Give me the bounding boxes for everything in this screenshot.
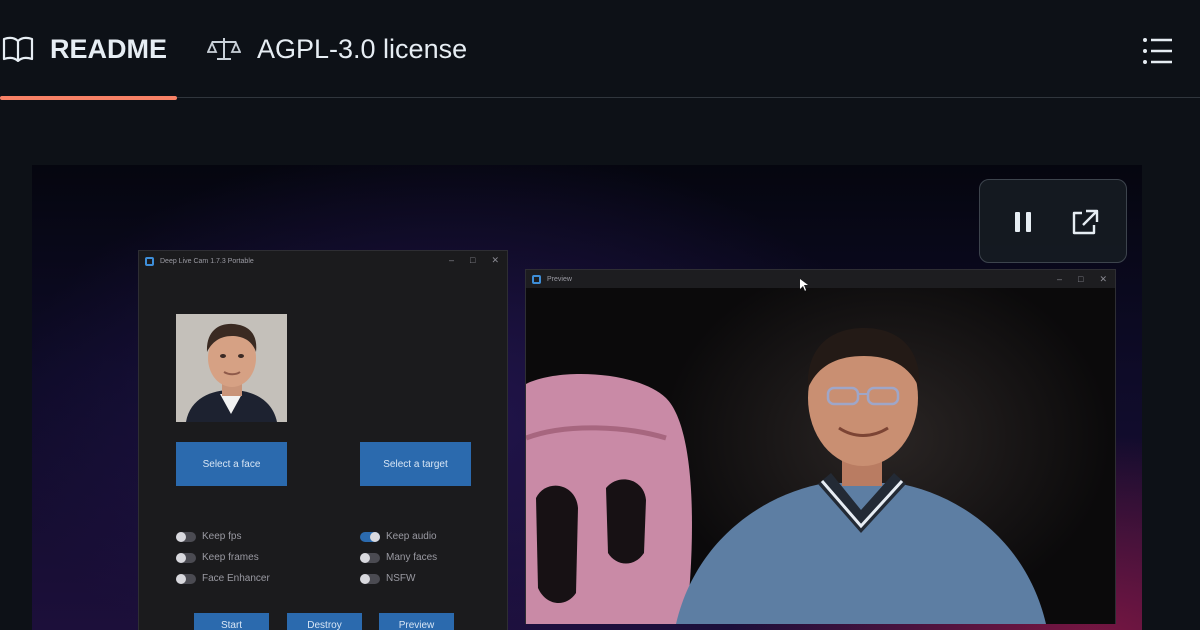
toggle-label: Keep fps xyxy=(202,531,242,542)
video-controls xyxy=(979,179,1127,263)
mouse-cursor-icon xyxy=(800,279,808,291)
source-face-image xyxy=(176,314,287,422)
scale-icon xyxy=(207,36,241,62)
window-controls: – □ ✕ xyxy=(1057,274,1107,285)
switch-many-faces[interactable] xyxy=(360,552,380,563)
outline-button[interactable] xyxy=(1142,36,1174,66)
select-face-button[interactable]: Select a face xyxy=(176,442,287,486)
tab-license[interactable]: AGPL-3.0 license xyxy=(207,0,467,98)
toggle-keep-frames[interactable]: Keep frames xyxy=(176,552,259,563)
maximize-icon[interactable]: □ xyxy=(470,255,475,266)
preview-title: Preview xyxy=(547,275,572,283)
toggle-label: Many faces xyxy=(386,552,438,563)
minimize-icon[interactable]: – xyxy=(1057,274,1062,285)
toggle-label: Keep frames xyxy=(202,552,259,563)
toggle-label: Keep audio xyxy=(386,531,437,542)
webcam-preview-image xyxy=(526,288,1115,624)
app-window: Deep Live Cam 1.7.3 Portable – □ ✕ Selec… xyxy=(138,250,508,630)
tab-license-label: AGPL-3.0 license xyxy=(257,33,468,64)
toggle-label: NSFW xyxy=(386,573,416,584)
switch-keep-fps[interactable] xyxy=(176,531,196,542)
active-tab-underline xyxy=(0,96,177,100)
preview-titlebar: Preview – □ ✕ xyxy=(526,270,1115,288)
destroy-button[interactable]: Destroy xyxy=(287,613,362,630)
toggle-many-faces[interactable]: Many faces xyxy=(360,552,437,563)
demo-video[interactable]: Deep Live Cam 1.7.3 Portable – □ ✕ Selec… xyxy=(32,165,1142,630)
list-icon xyxy=(1143,38,1172,64)
close-icon[interactable]: ✕ xyxy=(491,255,499,266)
tab-readme-label: README xyxy=(50,33,168,64)
select-target-button[interactable]: Select a target xyxy=(360,442,471,486)
toggle-face-enhancer[interactable]: Face Enhancer xyxy=(176,573,270,584)
toggle-keep-audio[interactable]: Keep audio xyxy=(360,531,437,542)
switch-face-enhancer[interactable] xyxy=(176,573,196,584)
book-icon xyxy=(2,36,34,62)
app-titlebar: Deep Live Cam 1.7.3 Portable – □ ✕ xyxy=(139,251,507,271)
start-button[interactable]: Start xyxy=(194,613,269,630)
close-icon[interactable]: ✕ xyxy=(1099,274,1107,285)
readme-tabbar: README AGPL-3.0 license xyxy=(0,0,1200,100)
tab-readme[interactable]: README xyxy=(0,0,177,100)
toggle-keep-fps[interactable]: Keep fps xyxy=(176,531,241,542)
window-controls: – □ ✕ xyxy=(449,255,499,266)
pause-button[interactable] xyxy=(1006,206,1040,238)
preview-button[interactable]: Preview xyxy=(379,613,454,630)
switch-keep-frames[interactable] xyxy=(176,552,196,563)
open-in-new-window-button[interactable] xyxy=(1068,206,1102,238)
toggle-label: Face Enhancer xyxy=(202,573,270,584)
switch-keep-audio[interactable] xyxy=(360,531,380,542)
app-logo-icon xyxy=(145,256,154,266)
switch-nsfw[interactable] xyxy=(360,573,380,584)
preview-window: Preview – □ ✕ xyxy=(525,269,1116,624)
app-logo-icon xyxy=(532,274,541,284)
external-link-icon xyxy=(1072,209,1099,235)
toggle-nsfw[interactable]: NSFW xyxy=(360,573,415,584)
pause-icon xyxy=(1015,212,1031,232)
minimize-icon[interactable]: – xyxy=(449,255,454,266)
app-title: Deep Live Cam 1.7.3 Portable xyxy=(160,257,254,265)
maximize-icon[interactable]: □ xyxy=(1078,274,1083,285)
